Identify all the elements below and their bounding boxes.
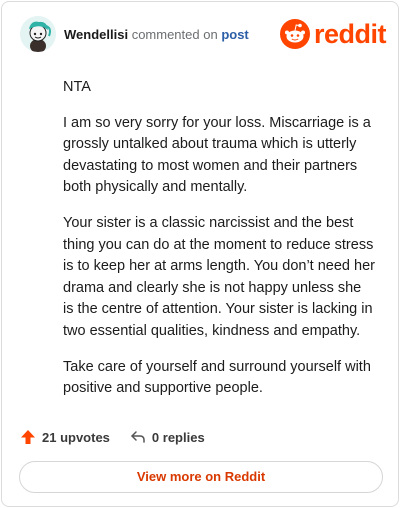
comment-paragraph: NTA: [63, 79, 91, 95]
snoo-avatar-icon: [20, 16, 56, 52]
reddit-logo[interactable]: reddit: [279, 18, 387, 50]
user-avatar[interactable]: [20, 16, 56, 52]
reddit-wordmark: reddit: [313, 18, 387, 49]
comment-meta: Wendellisi commented on post: [64, 27, 249, 42]
commented-on-text: commented on: [131, 27, 218, 42]
comment-paragraph: Your sister is a classic narcissist and …: [63, 214, 375, 339]
comment-paragraph: I am so very sorry for your loss. Miscar…: [63, 114, 371, 196]
comment-body: NTA I am so very sorry for your loss. Mi…: [63, 77, 375, 414]
upvote-count: 21 upvotes: [42, 429, 110, 445]
comment-header: Wendellisi commented on post reddit: [20, 16, 387, 56]
comment-paragraph: Take care of yourself and surround yours…: [63, 358, 371, 397]
reddit-snoo-icon: [279, 19, 310, 49]
replies-button[interactable]: 0 replies: [130, 429, 205, 445]
embedded-comment-card: Wendellisi commented on post reddit NTA …: [1, 1, 399, 507]
username-link[interactable]: Wendellisi: [64, 27, 128, 42]
comment-actions: 21 upvotes 0 replies: [20, 426, 205, 448]
arrow-up-icon: [21, 430, 35, 444]
view-more-button[interactable]: View more on Reddit: [19, 461, 383, 493]
reply-count: 0 replies: [151, 429, 205, 445]
post-link[interactable]: post: [221, 27, 248, 42]
upvote-button[interactable]: 21 upvotes: [20, 429, 110, 445]
reply-arrow-icon: [131, 431, 145, 443]
